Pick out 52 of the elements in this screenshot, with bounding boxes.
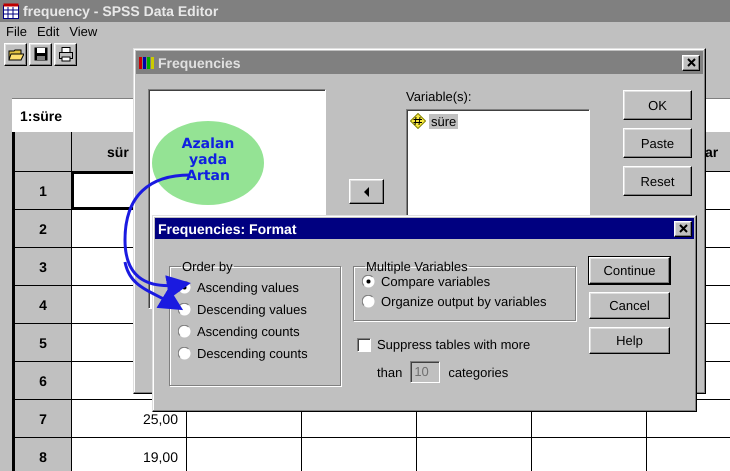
row-header[interactable]: 1 [15,172,72,210]
list-label: Variable(s): [406,89,473,106]
row-header[interactable]: 7 [15,400,72,438]
radio-button[interactable] [178,303,191,316]
close-icon [686,58,696,67]
app-icon [3,3,19,19]
close-button[interactable] [682,54,700,70]
menu-item[interactable]: Edit [36,24,60,39]
option-label[interactable]: Descending counts [197,346,308,361]
dialog-button[interactable]: Reset [623,166,692,196]
dialog-button[interactable]: Cancel [589,292,670,319]
toolbar-button[interactable] [29,42,52,66]
cell-reference: 1:süre [20,108,62,124]
toolbar-button[interactable] [54,42,77,66]
field-label: than [377,364,402,380]
save-icon [32,46,48,62]
bars-icon [139,54,154,70]
window-title: frequency - SPSS Data Editor [23,3,218,19]
menu-item[interactable]: File [6,24,27,39]
dialog-title: Frequencies [158,54,242,70]
radio-button[interactable] [362,295,375,308]
diamond-icon [410,113,426,129]
left-arrow-icon [364,186,368,196]
row-header[interactable]: 8 [15,438,72,471]
dialog-button[interactable]: Continue [589,257,670,284]
close-button[interactable] [674,220,692,236]
row-header[interactable]: 3 [15,248,72,286]
checkbox-label[interactable]: Suppress tables with more [377,337,530,352]
row-header[interactable]: 5 [15,324,72,362]
move-button[interactable] [348,179,384,204]
field-label: categories [448,364,508,380]
menu-item[interactable]: View [69,24,98,39]
variable-item[interactable]: süre [429,114,458,128]
radio-button[interactable] [362,275,375,288]
group-label: Order by [181,259,234,274]
option-label[interactable]: Descending values [197,302,307,317]
option-label[interactable]: Ascending values [197,280,299,295]
printer-icon [58,46,74,62]
table-cell[interactable]: 19,00 [72,438,187,471]
close-icon [678,224,688,233]
row-header[interactable]: 6 [15,362,72,400]
radio-button[interactable] [178,347,191,360]
checkbox[interactable] [357,338,371,352]
dialog-button[interactable]: Help [589,327,670,354]
row-header[interactable]: 2 [15,210,72,248]
dialog-title: Frequencies: Format [158,220,298,236]
radio-button[interactable] [178,325,191,338]
toolbar-button[interactable] [4,42,27,66]
dialog-button[interactable]: OK [623,90,692,120]
row-header[interactable]: 4 [15,286,72,324]
option-label[interactable]: Ascending counts [197,324,300,339]
dialog-button[interactable]: Paste [623,128,692,158]
